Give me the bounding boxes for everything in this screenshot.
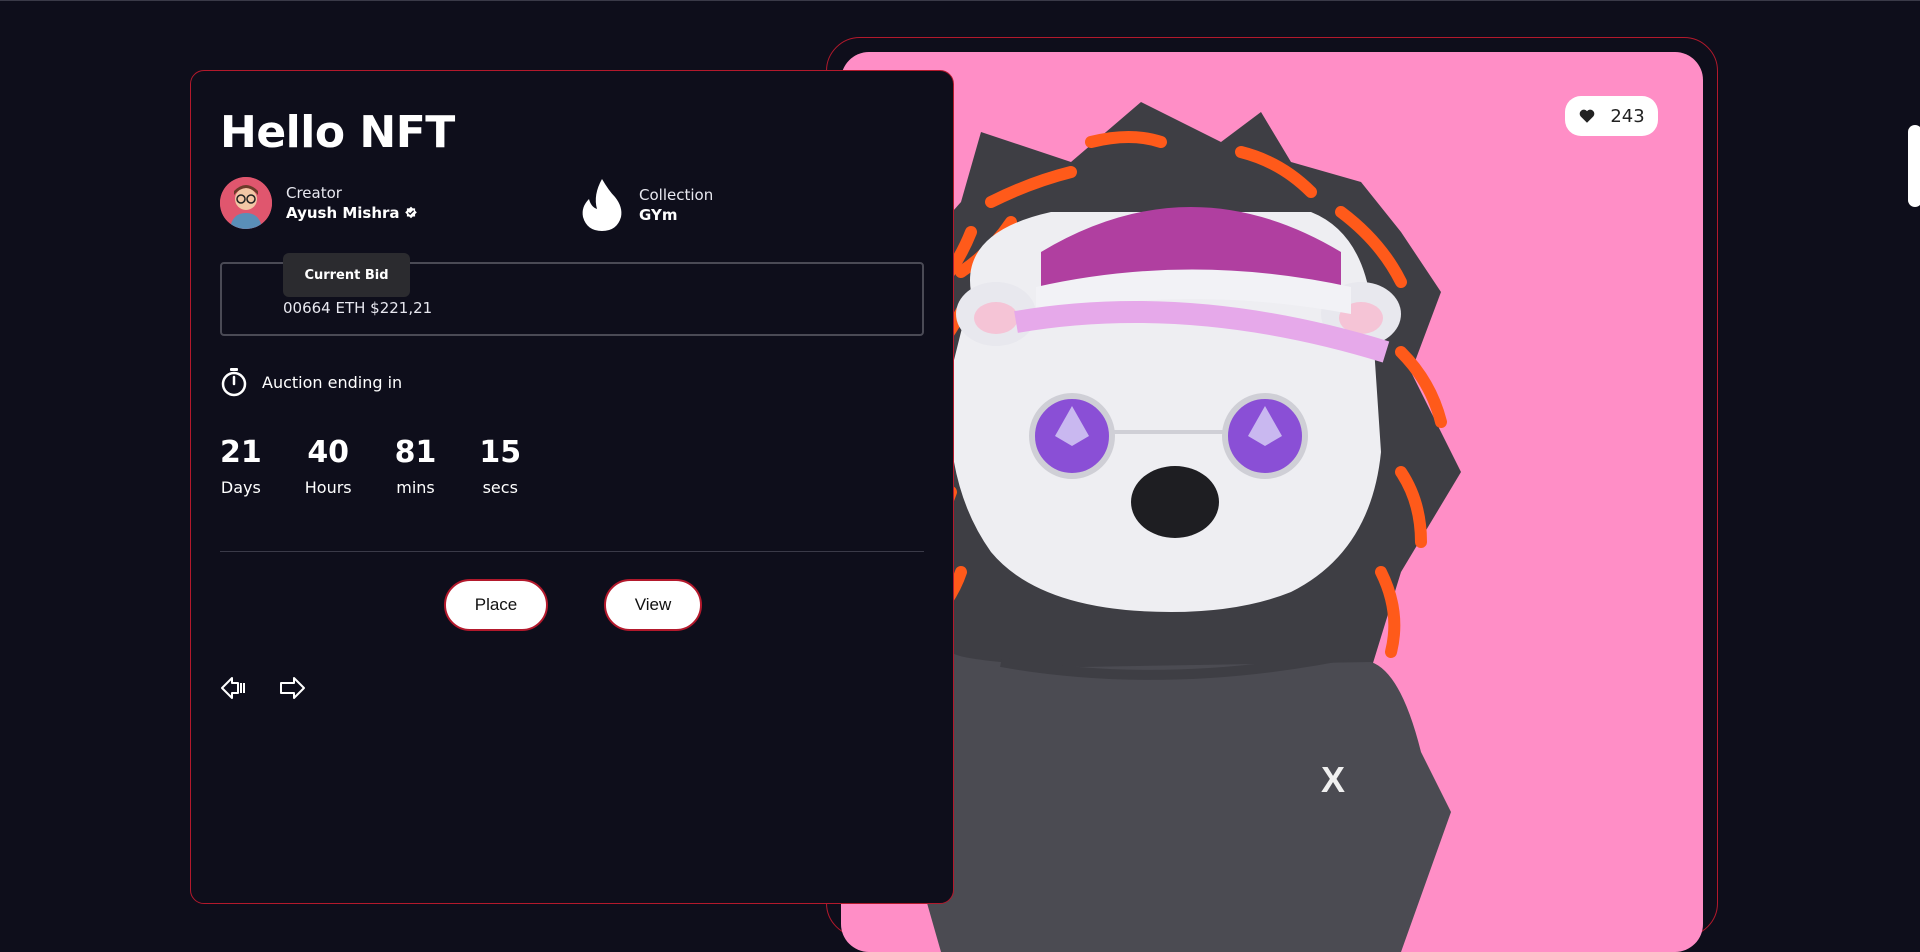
countdown-secs: 15 secs (479, 435, 521, 497)
collection-label: Collection (639, 186, 714, 204)
heart-icon (1579, 109, 1595, 123)
auction-label: Auction ending in (262, 372, 403, 392)
current-bid-value: 00664 ETH $221,21 (283, 299, 433, 317)
countdown-value: 40 (307, 435, 350, 470)
nft-artwork: X (841, 52, 1703, 952)
collection-name[interactable]: GYm (639, 206, 677, 224)
countdown-mins: 81 mins (395, 435, 437, 497)
countdown-unit: secs (482, 478, 518, 497)
nft-title: Hello NFT (220, 107, 455, 158)
countdown-hours: 40 Hours (305, 435, 352, 497)
nft-detail-card: Hello NFT Creator Ayush Mishra Collectio… (190, 70, 954, 904)
scrollbar-thumb[interactable] (1908, 125, 1920, 207)
avatar-image (220, 177, 272, 229)
arrow-right-icon[interactable] (278, 675, 306, 701)
view-button[interactable]: View (604, 579, 702, 631)
current-bid-label: Current Bid (283, 253, 410, 297)
svg-text:X: X (1321, 759, 1345, 800)
auction-countdown: 21 Days 40 Hours 81 mins 15 secs (220, 435, 564, 497)
countdown-unit: Hours (304, 478, 352, 497)
fire-icon (582, 179, 622, 231)
place-bid-button[interactable]: Place (444, 579, 548, 631)
collection-info: Collection GYm (579, 177, 713, 233)
carousel-navigation (220, 675, 306, 701)
countdown-value: 21 (220, 435, 262, 470)
countdown-unit: Days (220, 478, 261, 497)
top-border (0, 0, 1920, 1)
divider (220, 551, 924, 552)
creator-avatar[interactable] (220, 177, 272, 229)
creator-info: Creator Ayush Mishra (220, 177, 418, 229)
countdown-days: 21 Days (220, 435, 262, 497)
verified-badge-icon (404, 206, 417, 219)
polar-bear-artwork: X (871, 102, 1461, 952)
creator-name[interactable]: Ayush Mishra (286, 204, 400, 222)
arrow-left-icon[interactable] (220, 675, 248, 701)
like-count: 243 (1610, 105, 1645, 127)
auction-header: Auction ending in (220, 367, 402, 397)
countdown-unit: mins (396, 478, 435, 497)
creator-label: Creator (286, 184, 342, 202)
stopwatch-icon (221, 368, 247, 397)
countdown-value: 81 (394, 435, 437, 470)
like-counter[interactable]: 243 (1565, 96, 1658, 136)
countdown-value: 15 (479, 435, 522, 470)
